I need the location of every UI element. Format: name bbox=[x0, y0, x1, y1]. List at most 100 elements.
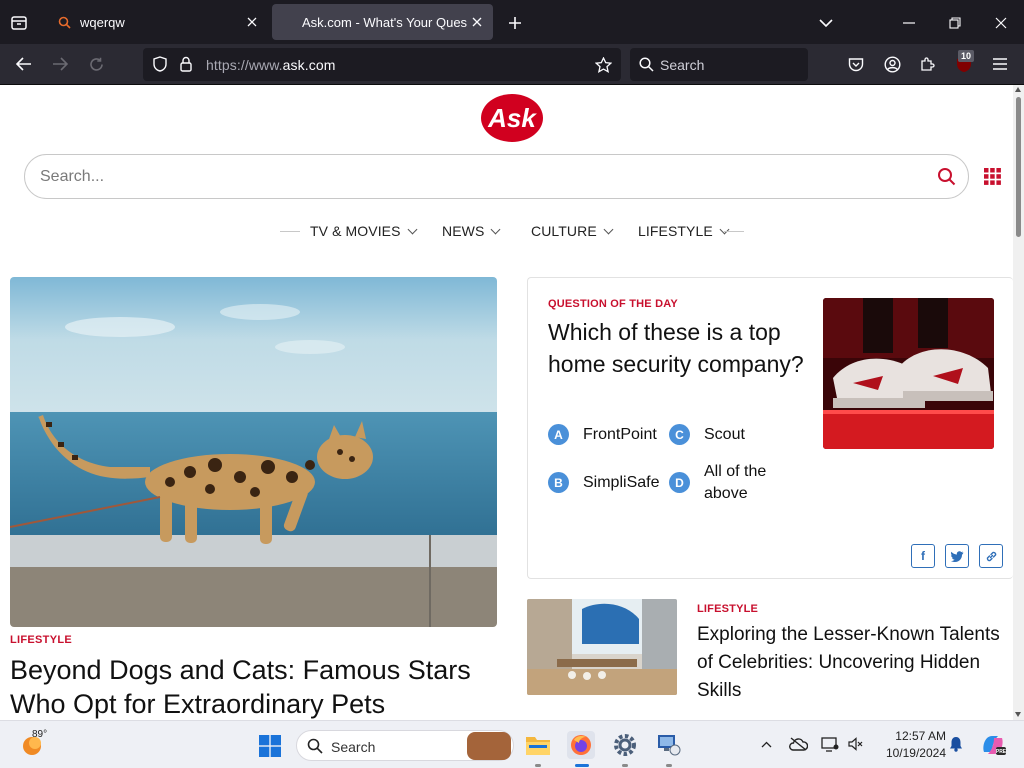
list-all-tabs-chevron-icon[interactable] bbox=[815, 12, 837, 34]
taskbar-search-placeholder: Search bbox=[331, 739, 376, 755]
hero-category-label[interactable]: LIFESTYLE bbox=[10, 634, 72, 646]
lock-icon[interactable] bbox=[177, 55, 195, 73]
onedrive-offline-icon[interactable] bbox=[787, 733, 809, 755]
qotd-option-c[interactable]: C Scout bbox=[669, 424, 745, 446]
article-thumbnail-image[interactable] bbox=[527, 599, 677, 695]
search-icon bbox=[307, 738, 323, 759]
extensions-puzzle-icon[interactable] bbox=[917, 53, 939, 75]
browser-search-bar[interactable]: Search bbox=[630, 48, 808, 81]
tab-title: Ask.com - What's Your Question bbox=[302, 14, 467, 30]
taskbar-search-box[interactable]: Search bbox=[296, 730, 514, 761]
article-category-label[interactable]: LIFESTYLE bbox=[697, 603, 758, 615]
nav-culture[interactable]: CULTURE bbox=[531, 223, 614, 239]
browser-search-placeholder: Search bbox=[660, 57, 705, 73]
nav-label: LIFESTYLE bbox=[638, 223, 713, 239]
firefox-icon[interactable] bbox=[567, 731, 595, 759]
menu-hamburger-icon[interactable] bbox=[989, 53, 1011, 75]
address-bar[interactable]: https://www.ask.com bbox=[143, 48, 621, 81]
scroll-down-arrow-icon[interactable] bbox=[1015, 712, 1021, 717]
option-text: All of the above bbox=[704, 463, 767, 502]
running-indicator bbox=[666, 764, 672, 767]
remote-desktop-icon[interactable] bbox=[655, 731, 683, 759]
qotd-label: QUESTION OF THE DAY bbox=[548, 298, 678, 310]
notification-bell-icon[interactable] bbox=[946, 734, 966, 754]
minimize-icon[interactable] bbox=[898, 12, 920, 34]
file-explorer-icon[interactable] bbox=[524, 731, 552, 759]
search-highlight-image bbox=[467, 732, 511, 760]
share-link-icon[interactable] bbox=[979, 544, 1003, 568]
pocket-icon[interactable] bbox=[845, 53, 867, 75]
chevron-down-icon bbox=[603, 224, 614, 234]
close-tab-icon[interactable] bbox=[467, 12, 487, 32]
option-text: SimpliSafe bbox=[583, 474, 660, 491]
volume-muted-icon[interactable] bbox=[845, 733, 867, 755]
tab-ask-com[interactable]: Ask.com - What's Your Question bbox=[272, 4, 493, 40]
account-icon[interactable] bbox=[881, 53, 903, 75]
share-facebook-icon[interactable]: f bbox=[911, 544, 935, 568]
nav-label: TV & MOVIES bbox=[310, 223, 401, 239]
display-network-icon[interactable] bbox=[819, 733, 841, 755]
hero-article-image[interactable] bbox=[10, 277, 497, 627]
tab-bar: wqerqw Ask.com - What's Your Question bbox=[0, 0, 1024, 44]
extension-badge: 10 bbox=[958, 50, 975, 62]
page-scrollbar[interactable] bbox=[1013, 85, 1024, 720]
site-search-input[interactable]: Search... bbox=[24, 154, 969, 199]
qotd-option-b[interactable]: B SimpliSafe bbox=[548, 472, 659, 494]
option-letter-badge: C bbox=[669, 424, 690, 445]
url-prefix: https://www. bbox=[206, 57, 283, 73]
close-tab-icon[interactable] bbox=[242, 12, 262, 32]
settings-gear-icon[interactable] bbox=[611, 731, 639, 759]
qotd-option-a[interactable]: A FrontPoint bbox=[548, 424, 657, 446]
show-hidden-icons-chevron-icon[interactable] bbox=[757, 735, 775, 753]
option-letter-badge: B bbox=[548, 472, 569, 493]
share-twitter-icon[interactable] bbox=[945, 544, 969, 568]
shield-icon[interactable] bbox=[151, 55, 169, 73]
scroll-up-arrow-icon[interactable] bbox=[1015, 87, 1021, 92]
hero-article-title[interactable]: Beyond Dogs and Cats: Famous Stars Who O… bbox=[10, 653, 510, 720]
reload-icon[interactable] bbox=[84, 53, 108, 75]
apps-grid-icon[interactable] bbox=[984, 168, 1001, 190]
search-icon bbox=[638, 56, 654, 72]
site-search-placeholder: Search... bbox=[40, 168, 105, 185]
new-tab-icon[interactable] bbox=[504, 12, 526, 34]
web-page-viewport: Ask Search... TV & MOVIES NEWS CULTURE L… bbox=[0, 85, 1013, 720]
chevron-down-icon bbox=[407, 224, 418, 234]
tab-wqerqw[interactable]: wqerqw bbox=[46, 4, 268, 40]
svg-text:PRE: PRE bbox=[996, 749, 1006, 755]
nav-label: CULTURE bbox=[531, 223, 597, 239]
clock-time[interactable]: 12:57 AM bbox=[880, 729, 946, 743]
option-letter-badge: A bbox=[548, 424, 569, 445]
search-icon[interactable] bbox=[937, 167, 956, 191]
copilot-icon[interactable]: PRE bbox=[979, 731, 1007, 759]
option-letter-badge: D bbox=[669, 472, 690, 493]
back-arrow-icon[interactable] bbox=[12, 53, 36, 75]
article-title[interactable]: Exploring the Lesser-Known Talents of Ce… bbox=[697, 621, 1013, 705]
running-indicator bbox=[622, 764, 628, 767]
bookmark-star-icon[interactable] bbox=[593, 55, 613, 75]
chevron-down-icon bbox=[490, 224, 501, 234]
windows-start-icon[interactable] bbox=[257, 733, 283, 759]
active-indicator bbox=[575, 764, 589, 767]
tab-title: wqerqw bbox=[80, 14, 125, 30]
restore-icon[interactable] bbox=[944, 12, 966, 34]
nav-label: NEWS bbox=[442, 223, 485, 239]
nav-lifestyle[interactable]: LIFESTYLE bbox=[638, 223, 730, 239]
scrollbar-thumb[interactable] bbox=[1016, 97, 1021, 237]
option-text: FrontPoint bbox=[583, 426, 657, 443]
qotd-option-d[interactable]: D All of the above bbox=[669, 461, 784, 505]
url-domain: ask.com bbox=[282, 57, 336, 73]
url-text[interactable]: https://www.ask.com bbox=[206, 57, 336, 73]
category-nav: TV & MOVIES NEWS CULTURE LIFESTYLE bbox=[0, 220, 1013, 242]
clock-date[interactable]: 10/19/2024 bbox=[872, 746, 946, 760]
tab-list-icon[interactable] bbox=[8, 12, 30, 34]
nav-news[interactable]: NEWS bbox=[442, 223, 501, 239]
qotd-question: Which of these is a top home security co… bbox=[548, 319, 804, 377]
weather-temperature: 89° bbox=[32, 729, 48, 740]
close-window-icon[interactable] bbox=[990, 12, 1012, 34]
nav-tv-movies[interactable]: TV & MOVIES bbox=[310, 223, 418, 239]
facebook-glyph: f bbox=[921, 549, 925, 563]
qotd-sneakers-image bbox=[823, 298, 994, 449]
ask-logo[interactable]: Ask bbox=[480, 93, 544, 143]
chevron-down-icon bbox=[719, 224, 730, 234]
forward-arrow-icon[interactable] bbox=[48, 53, 72, 75]
